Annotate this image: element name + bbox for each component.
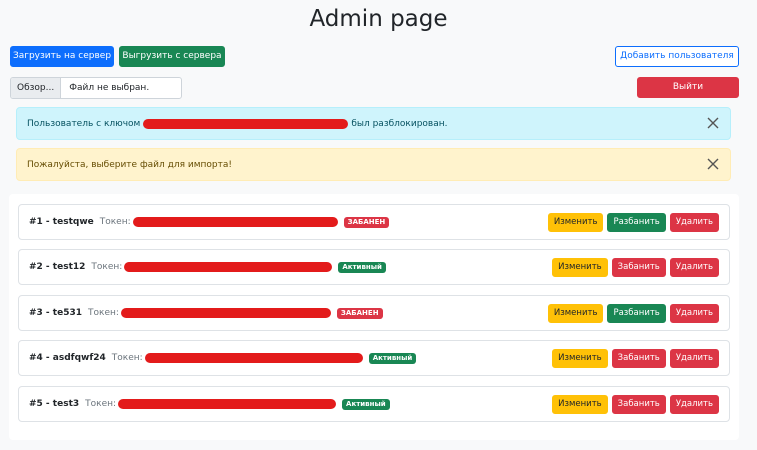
file-browse-button[interactable]: Обзор... [11,78,62,98]
upload-to-server-button[interactable]: Загрузить на сервер [10,46,114,67]
file-input[interactable]: Обзор... Файл не выбран. [10,77,182,99]
delete-user-button[interactable]: Удалить [669,348,719,368]
edit-user-button[interactable]: Изменить [552,394,608,414]
token-label: Токен: [91,262,123,272]
status-badge: ЗАБАНЕН [336,307,383,319]
edit-user-button[interactable]: Изменить [547,303,604,323]
token-label: Токен: [99,217,131,227]
redacted-token [120,308,331,318]
edit-user-button[interactable]: Изменить [552,348,608,368]
logout-button[interactable]: Выйти [637,77,739,98]
page-title: Admin page [309,6,448,32]
status-badge: ЗАБАНЕН [343,216,390,228]
redacted-token [144,353,363,363]
close-icon[interactable] [706,157,720,171]
add-user-button[interactable]: Добавить пользователя [615,46,739,67]
token-label: Токен: [88,308,119,318]
token-label: Токен: [85,399,117,409]
download-from-server-button[interactable]: Выгрузить с сервера [119,46,225,67]
redacted-key [143,118,349,129]
status-badge: Активный [338,261,386,273]
user-title: #5 - test3 [29,399,80,409]
token-label: Токен: [111,353,143,363]
user-row: #3 - te531 Токен: ЗАБАНЕН Изменить Разба… [18,295,730,331]
warning-alert-text: Пожалуйста, выберите файл для импорта! [27,159,232,170]
user-row: #1 - testqwe Токен: ЗАБАНЕН Изменить Раз… [18,204,730,240]
user-title: #4 - asdfqwf24 [29,353,106,363]
edit-user-button[interactable]: Изменить [547,212,604,232]
file-status: Файл не выбран. [69,83,150,93]
redacted-token [118,399,337,409]
user-title: #3 - te531 [29,308,82,318]
user-row: #4 - asdfqwf24 Токен: Активный Изменить … [18,340,730,376]
close-icon[interactable] [706,116,720,130]
unban-user-button[interactable]: Разбанить [607,212,666,232]
status-badge: Активный [342,398,390,410]
delete-user-button[interactable]: Удалить [669,394,719,414]
info-alert: Пользователь с ключом был разблокирован. [16,107,731,140]
user-row: #2 - test12 Токен: Активный Изменить Заб… [18,249,730,285]
warning-alert: Пожалуйста, выберите файл для импорта! [16,148,731,181]
redacted-token [124,262,333,272]
delete-user-button[interactable]: Удалить [669,303,719,323]
ban-user-button[interactable]: Забанить [611,394,666,414]
ban-user-button[interactable]: Забанить [611,257,666,277]
redacted-token [132,217,338,227]
unban-user-button[interactable]: Разбанить [607,303,666,323]
ban-user-button[interactable]: Забанить [611,348,666,368]
status-badge: Активный [368,352,417,364]
delete-user-button[interactable]: Удалить [669,257,719,277]
info-alert-prefix: Пользователь с ключом [27,118,141,129]
user-title: #2 - test12 [29,262,86,272]
info-alert-suffix: был разблокирован. [351,118,448,129]
user-row: #5 - test3 Токен: Активный Изменить Заба… [18,386,730,422]
user-title: #1 - testqwe [29,217,94,227]
edit-user-button[interactable]: Изменить [552,257,608,277]
delete-user-button[interactable]: Удалить [669,212,719,232]
